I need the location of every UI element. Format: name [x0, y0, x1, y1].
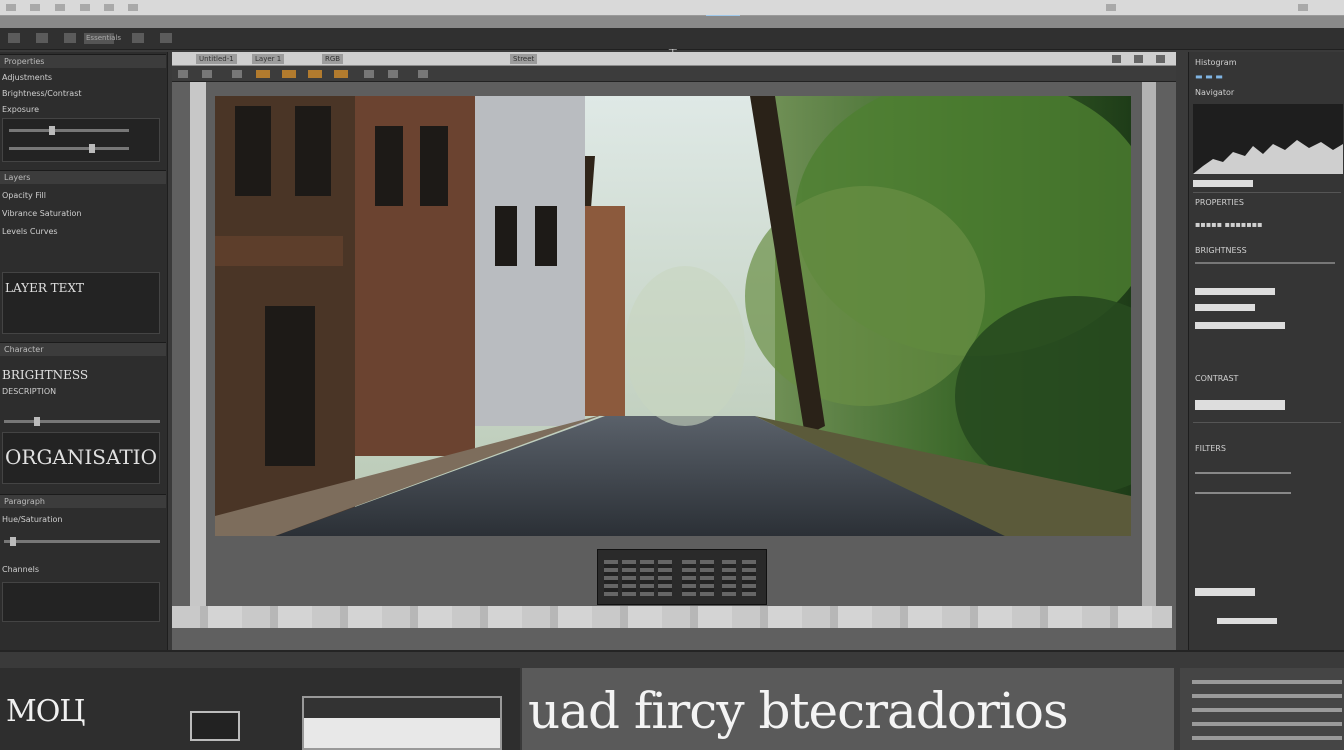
settings-icon[interactable] — [1112, 55, 1121, 63]
tab-layer[interactable]: Layer 1 — [252, 54, 285, 64]
menu-bar — [0, 16, 1344, 28]
preview-text: ORGANISATIO — [5, 445, 157, 469]
tool-icon[interactable] — [132, 33, 144, 43]
panel-header[interactable]: Paragraph — [0, 494, 166, 508]
panel-row[interactable]: DESCRIPTION — [2, 386, 164, 398]
exposure-slider[interactable] — [9, 126, 129, 135]
canvas-image[interactable] — [215, 96, 1131, 536]
tool-icon[interactable] — [364, 70, 374, 78]
divider — [1193, 422, 1341, 423]
menu-item[interactable] — [55, 4, 65, 11]
panel-row[interactable]: Vibrance Saturation — [2, 208, 164, 220]
canvas-scroll-strip[interactable] — [172, 606, 1172, 628]
value-field[interactable] — [1195, 400, 1285, 410]
bottom-title-area: uad fircy btecradorios — [522, 668, 1174, 750]
right-panel: Histogram ▬ ▬ ▬ Navigator PROPERTIES ▪▪▪… — [1188, 52, 1344, 650]
value-field[interactable] — [1195, 322, 1285, 329]
menu-item[interactable] — [104, 4, 114, 11]
panel-row[interactable]: Hue/Saturation — [2, 514, 164, 526]
color-swatch-icon[interactable] — [282, 70, 296, 78]
panel-title[interactable]: Navigator — [1195, 88, 1341, 98]
color-swatch-icon[interactable] — [308, 70, 322, 78]
thumbnail[interactable] — [190, 711, 240, 741]
panel-row[interactable]: Levels Curves — [2, 226, 164, 238]
divider — [1193, 192, 1341, 193]
street-photo — [215, 96, 1131, 536]
value-field[interactable] — [1195, 588, 1255, 596]
panel-row[interactable]: Brightness/Contrast — [2, 88, 164, 100]
tool-icon[interactable] — [36, 33, 48, 43]
value-field[interactable] — [1217, 618, 1277, 624]
window-control-icon[interactable] — [6, 4, 16, 11]
tool-icon[interactable] — [418, 70, 428, 78]
tool-icon[interactable] — [178, 70, 188, 78]
tool-icon[interactable] — [160, 33, 172, 43]
left-panel: Properties Adjustments Brightness/Contra… — [0, 52, 168, 650]
tool-icon[interactable] — [232, 70, 242, 78]
panel-row[interactable]: Exposure — [2, 104, 164, 116]
color-swatch-icon[interactable] — [334, 70, 348, 78]
tab-document[interactable]: Untitled-1 — [196, 54, 237, 64]
section-label: PROPERTIES — [1195, 198, 1244, 207]
minimize-icon[interactable] — [1134, 55, 1143, 63]
document-status: Street — [510, 54, 538, 64]
adjustment-box — [2, 118, 160, 162]
layer-preview-box: LAYER TEXT — [2, 272, 160, 334]
size-slider[interactable] — [4, 417, 160, 426]
tab-mode[interactable]: RGB — [322, 54, 344, 64]
panel-header[interactable]: Properties — [0, 54, 166, 68]
gamma-slider[interactable] — [9, 144, 129, 153]
section-label: FILTERS — [1195, 444, 1226, 453]
hue-slider[interactable] — [4, 537, 160, 546]
filter-slider[interactable] — [1195, 492, 1291, 494]
color-swatch-icon[interactable] — [256, 70, 270, 78]
speaker-grill — [597, 549, 767, 605]
brightness-slider[interactable] — [1195, 262, 1335, 264]
panel-header[interactable]: Layers — [0, 170, 166, 184]
close-icon[interactable] — [1298, 4, 1308, 11]
thumbnail[interactable] — [302, 696, 502, 750]
tool-icon[interactable] — [202, 70, 212, 78]
value-field[interactable] — [1195, 288, 1275, 295]
section-label: CONTRAST — [1195, 374, 1239, 383]
minimize-icon[interactable] — [1106, 4, 1116, 11]
tab-active[interactable]: ▬ ▬ ▬ — [1195, 72, 1341, 82]
menu-item[interactable] — [80, 4, 90, 11]
channel-box — [2, 582, 160, 622]
section-label: BRIGHTNESS — [1195, 246, 1247, 255]
options-toolbar: Essentials ⌶ — [0, 28, 1344, 63]
panel-row[interactable]: Adjustments — [2, 72, 164, 84]
close-icon[interactable] — [1156, 55, 1165, 63]
bottom-title: uad fircy btecradorios — [528, 682, 1069, 740]
bottom-right-panel — [1180, 668, 1344, 750]
panel-row[interactable]: ▪▪▪▪▪ ▪▪▪▪▪▪▪ — [1195, 220, 1341, 230]
menu-item[interactable] — [30, 4, 40, 11]
panel-title[interactable]: Histogram — [1195, 58, 1341, 68]
panel-header[interactable]: Character — [0, 342, 166, 356]
layer-text: LAYER TEXT — [5, 281, 84, 295]
character-text: BRIGHTNESS — [2, 368, 89, 382]
value-field[interactable] — [1195, 304, 1255, 311]
title-bar — [0, 0, 1344, 25]
tool-icon[interactable] — [64, 33, 76, 43]
workspace-select[interactable]: Essentials — [84, 33, 121, 44]
home-icon[interactable] — [8, 33, 20, 43]
level-bar[interactable] — [1193, 180, 1253, 187]
panel-row[interactable]: Channels — [2, 564, 164, 576]
tool-icon[interactable] — [388, 70, 398, 78]
document-tabs: Untitled-1 Layer 1 RGB Street — [172, 52, 1176, 66]
text-preview-box: ORGANISATIO — [2, 432, 160, 484]
panel-row[interactable]: Opacity Fill — [2, 190, 164, 202]
bottom-label: МОЦ — [6, 694, 85, 729]
filter-slider[interactable] — [1195, 472, 1291, 474]
menu-item[interactable] — [128, 4, 138, 11]
tool-options-bar — [172, 66, 1176, 82]
histogram-graph — [1193, 104, 1343, 174]
